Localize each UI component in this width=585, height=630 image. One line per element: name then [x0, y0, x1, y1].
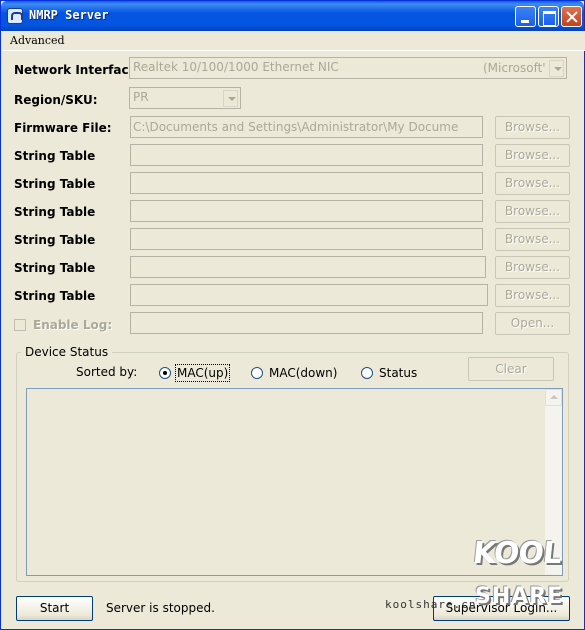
window-title: NMRP Server	[29, 8, 109, 22]
string-table-browse-button[interactable]: Browse...	[495, 228, 570, 251]
sort-mac-down-radio[interactable]	[251, 367, 263, 379]
log-file-field[interactable]	[130, 312, 483, 334]
network-interface-value: Realtek 10/100/1000 Ethernet NIC	[133, 60, 339, 74]
nmrp-server-window: NMRP Server Advanced Network Interface: …	[0, 0, 585, 630]
device-status-legend: Device Status	[21, 345, 113, 359]
enable-log-checkbox[interactable]	[14, 319, 26, 331]
watermark-top-text: KOOL	[471, 536, 563, 571]
string-table-browse-button[interactable]: Browse...	[495, 284, 570, 307]
koolshare-watermark: KOOL SHARE	[471, 536, 581, 626]
start-button[interactable]: Start	[16, 596, 93, 621]
clear-button[interactable]: Clear	[468, 357, 554, 381]
string-table-field[interactable]	[130, 228, 483, 250]
region-sku-select[interactable]: PR	[129, 87, 241, 109]
firmware-file-field[interactable]: C:\Documents and Settings\Administrator\…	[130, 116, 483, 138]
menu-bar: Advanced	[2, 31, 585, 51]
app-lock-icon	[7, 8, 23, 24]
sort-status-radio[interactable]	[361, 367, 373, 379]
network-interface-select[interactable]: Realtek 10/100/1000 Ethernet NIC (Micros…	[129, 57, 567, 79]
minimize-button[interactable]	[515, 6, 536, 27]
string-table-field[interactable]	[130, 200, 483, 222]
string-table-field[interactable]	[130, 256, 486, 278]
string-table-label: String Table	[14, 205, 96, 219]
firmware-file-label: Firmware File:	[14, 121, 112, 135]
string-table-browse-button[interactable]: Browse...	[495, 172, 570, 195]
watermark-bottom-text: SHARE	[475, 584, 564, 609]
chevron-down-icon[interactable]	[549, 60, 564, 77]
chevron-down-icon[interactable]	[223, 90, 238, 107]
network-interface-label: Network Interface:	[14, 63, 142, 77]
region-sku-value: PR	[133, 90, 149, 104]
log-open-button[interactable]: Open...	[495, 312, 570, 335]
string-table-label: String Table	[14, 149, 96, 163]
close-button[interactable]	[561, 6, 582, 27]
menu-advanced[interactable]: Advanced	[10, 34, 65, 47]
sorted-by-label: Sorted by:	[76, 365, 138, 379]
string-table-label: String Table	[14, 289, 96, 303]
string-table-label: String Table	[14, 233, 96, 247]
scroll-up-arrow-icon[interactable]	[545, 389, 562, 406]
sort-status-label[interactable]: Status	[379, 366, 417, 380]
string-table-field[interactable]	[130, 144, 483, 166]
string-table-browse-button[interactable]: Browse...	[495, 144, 570, 167]
string-table-browse-button[interactable]: Browse...	[495, 200, 570, 223]
title-bar[interactable]: NMRP Server	[1, 1, 584, 31]
maximize-button[interactable]	[538, 6, 559, 27]
sort-mac-up-label[interactable]: MAC(up)	[174, 364, 231, 382]
network-interface-vendor: (Microsoft'	[483, 61, 546, 75]
string-table-field[interactable]	[130, 284, 488, 306]
region-sku-label: Region/SKU:	[14, 93, 98, 107]
sort-mac-down-label[interactable]: MAC(down)	[269, 366, 337, 380]
enable-log-label: Enable Log:	[33, 318, 113, 332]
string-table-label: String Table	[14, 177, 96, 191]
string-table-field[interactable]	[130, 172, 483, 194]
sort-mac-up-radio[interactable]	[159, 367, 171, 379]
server-status-text: Server is stopped.	[106, 601, 215, 615]
watermark-url: koolshare.cn	[385, 598, 477, 611]
string-table-browse-button[interactable]: Browse...	[495, 256, 570, 279]
string-table-label: String Table	[14, 261, 96, 275]
firmware-browse-button[interactable]: Browse...	[495, 116, 570, 139]
